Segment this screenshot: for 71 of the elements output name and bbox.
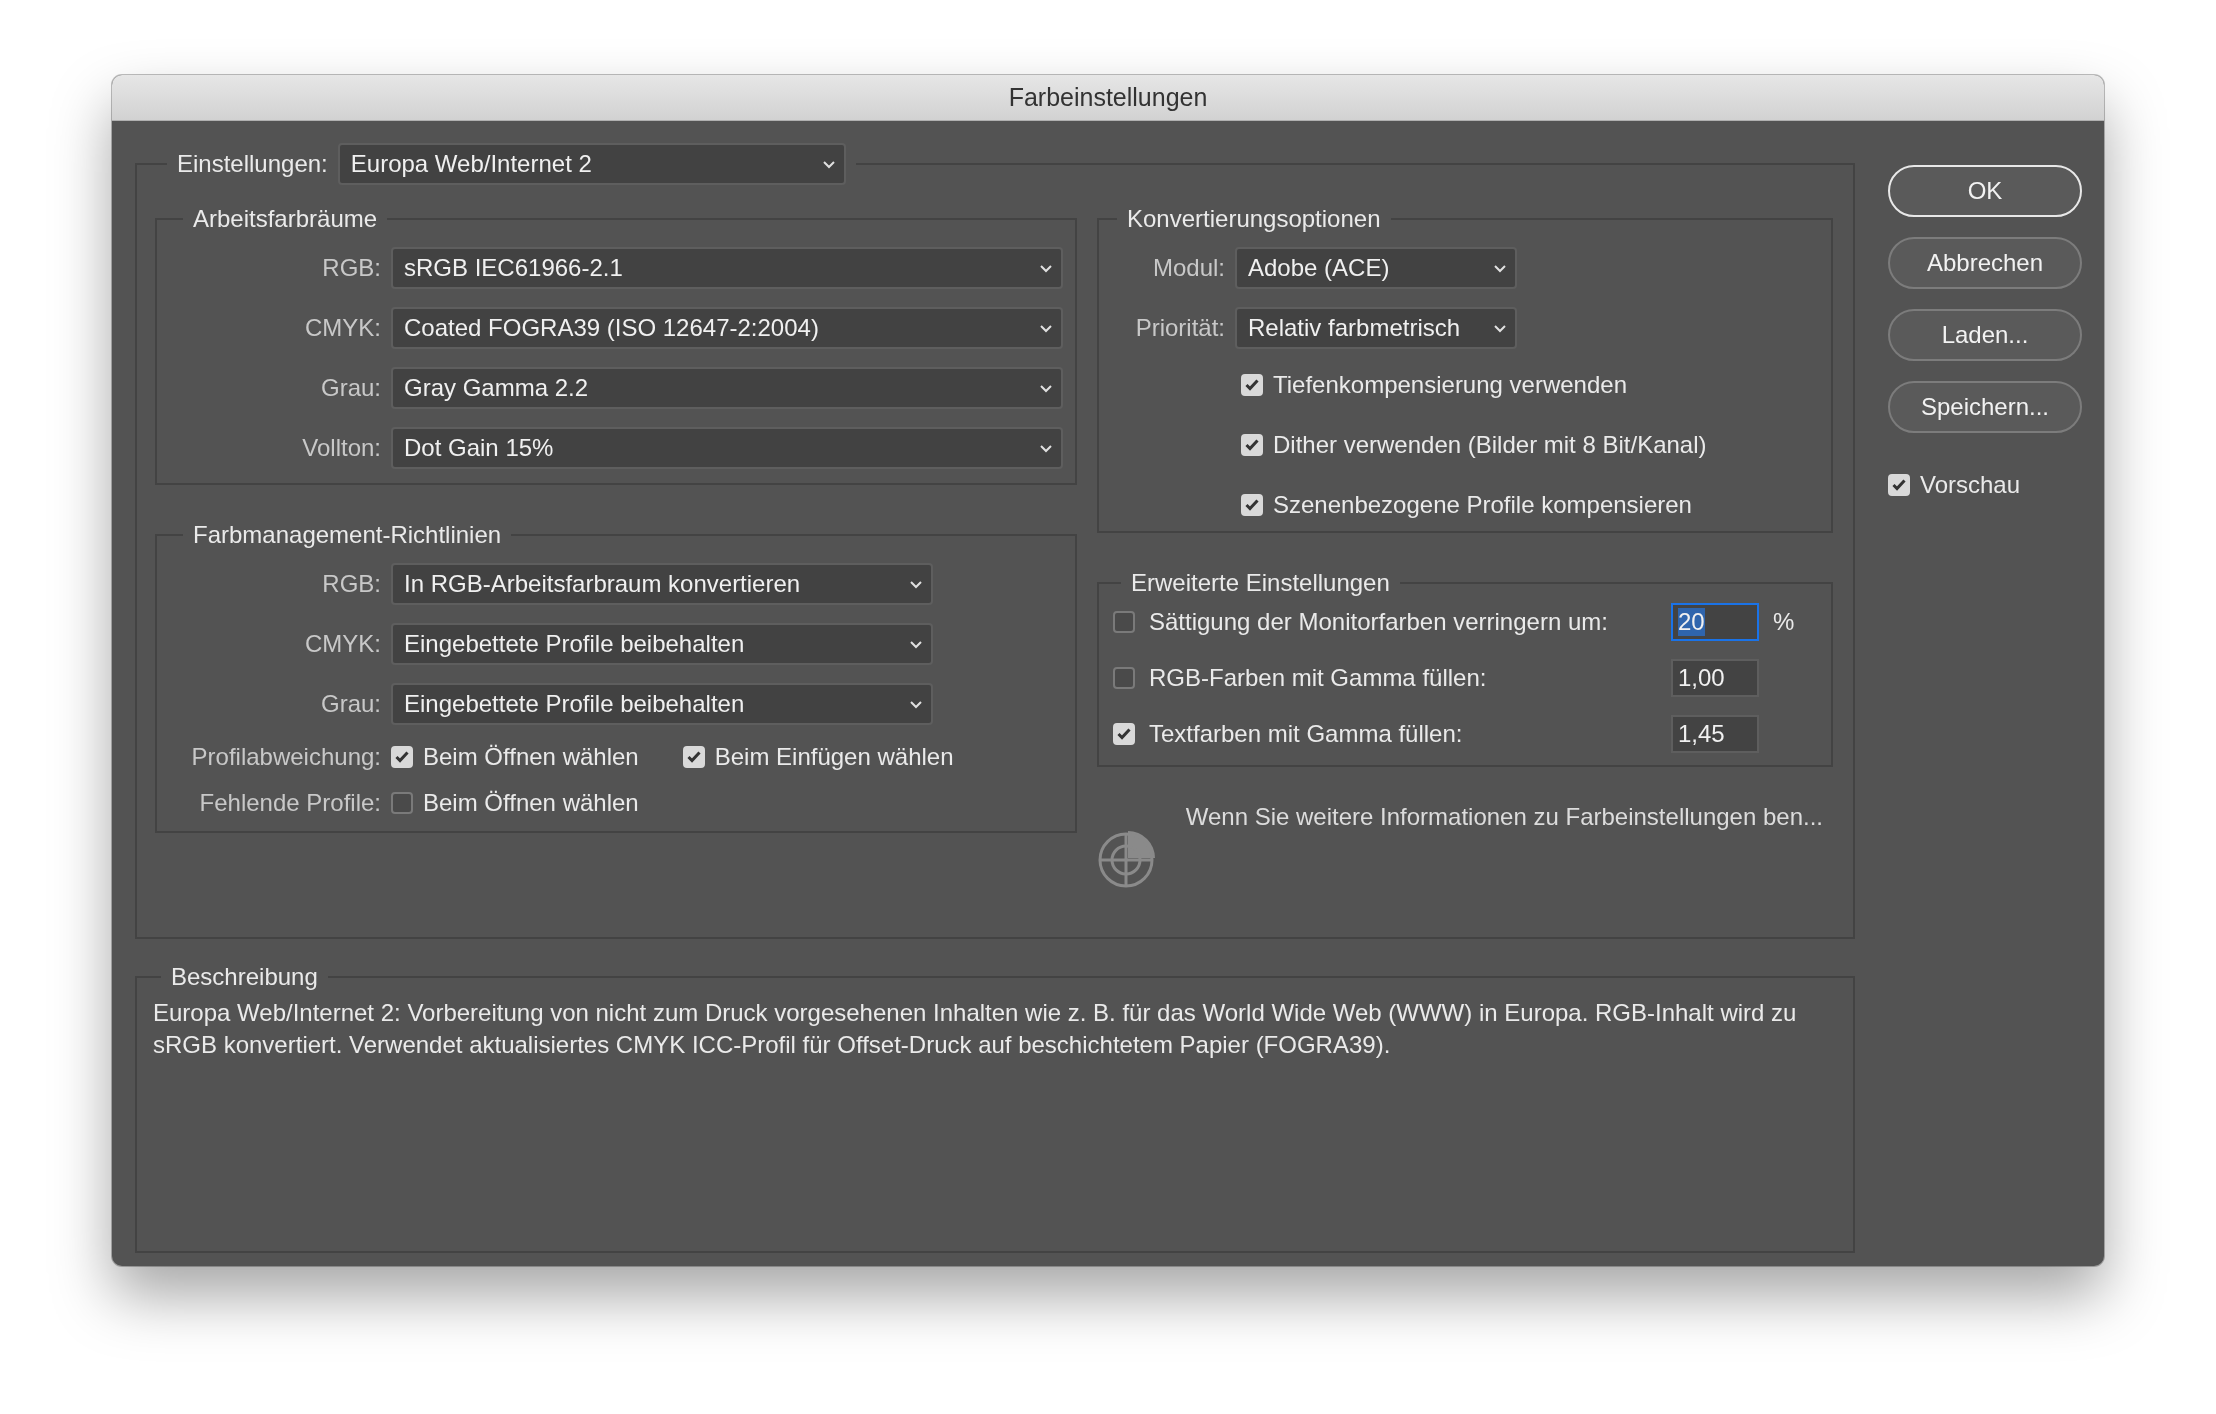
field-label: Profilabweichung: — [191, 743, 381, 771]
dropdown[interactable]: Eingebettete Profile beibehalten — [391, 623, 933, 665]
group-title: Erweiterte Einstellungen — [1130, 569, 1391, 597]
checkbox-label: Dither verwenden (Bilder mit 8 Bit/Kanal) — [1273, 431, 1707, 459]
chevron-down-icon — [909, 579, 923, 589]
chevron-down-icon — [1039, 323, 1053, 333]
checkbox-label: Beim Öffnen wählen — [423, 789, 639, 817]
field-label: CMYK: — [305, 314, 381, 342]
field-label: Grau: — [320, 374, 381, 402]
checkmark-icon — [686, 751, 701, 763]
chevron-down-icon — [821, 159, 836, 169]
dropdown[interactable]: Europa Web/Internet 2 — [337, 143, 846, 185]
window-title: Farbeinstellungen — [1008, 83, 1208, 112]
checkbox-label: Vorschau — [1920, 471, 2021, 499]
dropdown[interactable]: In RGB-Arbeitsfarbraum konvertieren — [391, 563, 933, 605]
checkmark-icon — [1245, 439, 1259, 451]
dropdown[interactable]: Relativ farbmetrisch — [1235, 307, 1517, 349]
field-label: RGB: — [322, 254, 381, 282]
dropdown[interactable]: Dot Gain 15% — [391, 427, 1063, 469]
checkmark-icon — [1892, 479, 1906, 491]
chevron-down-icon — [1039, 443, 1053, 453]
checkbox-label: Textfarben mit Gamma füllen: — [1149, 720, 1464, 748]
chevron-down-icon — [1493, 263, 1507, 273]
checkbox-label: Sättigung der Monitorfarben verringern um: — [1149, 608, 1609, 636]
checkbox[interactable] — [391, 792, 413, 814]
chevron-down-icon — [909, 699, 923, 709]
input-field[interactable]: 1,45 — [1671, 715, 1759, 753]
group-title: Konvertierungsoptionen — [1126, 205, 1382, 233]
group-title: Arbeitsfarbräume — [192, 205, 379, 233]
field-label: Priorität: — [1135, 314, 1225, 342]
field-value: 1,00 — [1678, 664, 1725, 692]
dropdown[interactable]: Coated FOGRA39 (ISO 12647-2:2004) — [391, 307, 1063, 349]
checkbox-label: Tiefenkompensierung verwenden — [1273, 371, 1627, 399]
checkbox[interactable] — [1113, 611, 1135, 633]
dialog-button[interactable]: Laden... — [1888, 309, 2082, 361]
field-value: 20 — [1678, 608, 1705, 636]
checkmark-icon — [1117, 728, 1131, 740]
field-label: RGB: — [322, 570, 381, 598]
unit-label: % — [1773, 608, 1796, 636]
dropdown[interactable]: sRGB IEC61966-2.1 — [391, 247, 1063, 289]
field-label: Fehlende Profile: — [199, 789, 381, 817]
field-label: CMYK: — [305, 630, 381, 658]
chevron-down-icon — [1039, 263, 1053, 273]
field-label: Grau: — [320, 690, 381, 718]
dialog-button[interactable]: Speichern... — [1888, 381, 2082, 433]
field-label: Einstellungen: — [177, 150, 328, 178]
field-label: Modul: — [1152, 254, 1225, 282]
checkbox[interactable] — [1113, 667, 1135, 689]
checkbox-label: Szenenbezogene Profile kompensieren — [1273, 491, 1692, 519]
dropdown[interactable]: Adobe (ACE) — [1235, 247, 1517, 289]
chevron-down-icon — [1493, 323, 1507, 333]
checkbox-label: RGB-Farben mit Gamma füllen: — [1149, 664, 1488, 692]
checkbox-label: Beim Öffnen wählen — [423, 743, 639, 771]
input-field[interactable]: 1,00 — [1671, 659, 1759, 697]
chevron-down-icon — [909, 639, 923, 649]
input-field[interactable]: 20 — [1671, 603, 1759, 641]
dialog-button[interactable]: Abbrechen — [1888, 237, 2082, 289]
field-value: 1,45 — [1678, 720, 1725, 748]
info-text: Wenn Sie weitere Informationen zu Farbeinstellungen ben... — [1185, 803, 1823, 831]
group-title: Farbmanagement-Richtlinien — [192, 521, 503, 549]
group-title: Beschreibung — [170, 963, 319, 991]
chevron-down-icon — [1039, 383, 1053, 393]
checkmark-icon — [1245, 499, 1259, 511]
checkbox-label: Beim Einfügen wählen — [714, 743, 954, 771]
dropdown[interactable]: Gray Gamma 2.2 — [391, 367, 1063, 409]
dropdown[interactable]: Eingebettete Profile beibehalten — [391, 683, 933, 725]
dialog-button[interactable]: OK — [1888, 165, 2082, 217]
description-text: Europa Web/Internet 2: Vorbereitung von nicht zum Druck vorgesehenen Inhalten wie z. B. für das World Wide Web (WWW) in Europa. RGB-Inhalt wird zu sRGB konvertiert. Verwendet aktualisiertes CMYK ICC-Profil für Offset-Druck auf beschichtetem Papier (FOGRA39). — [153, 998, 1798, 1060]
checkmark-icon — [395, 751, 409, 763]
checkmark-icon — [1245, 379, 1259, 391]
field-label: Vollton: — [302, 434, 381, 462]
